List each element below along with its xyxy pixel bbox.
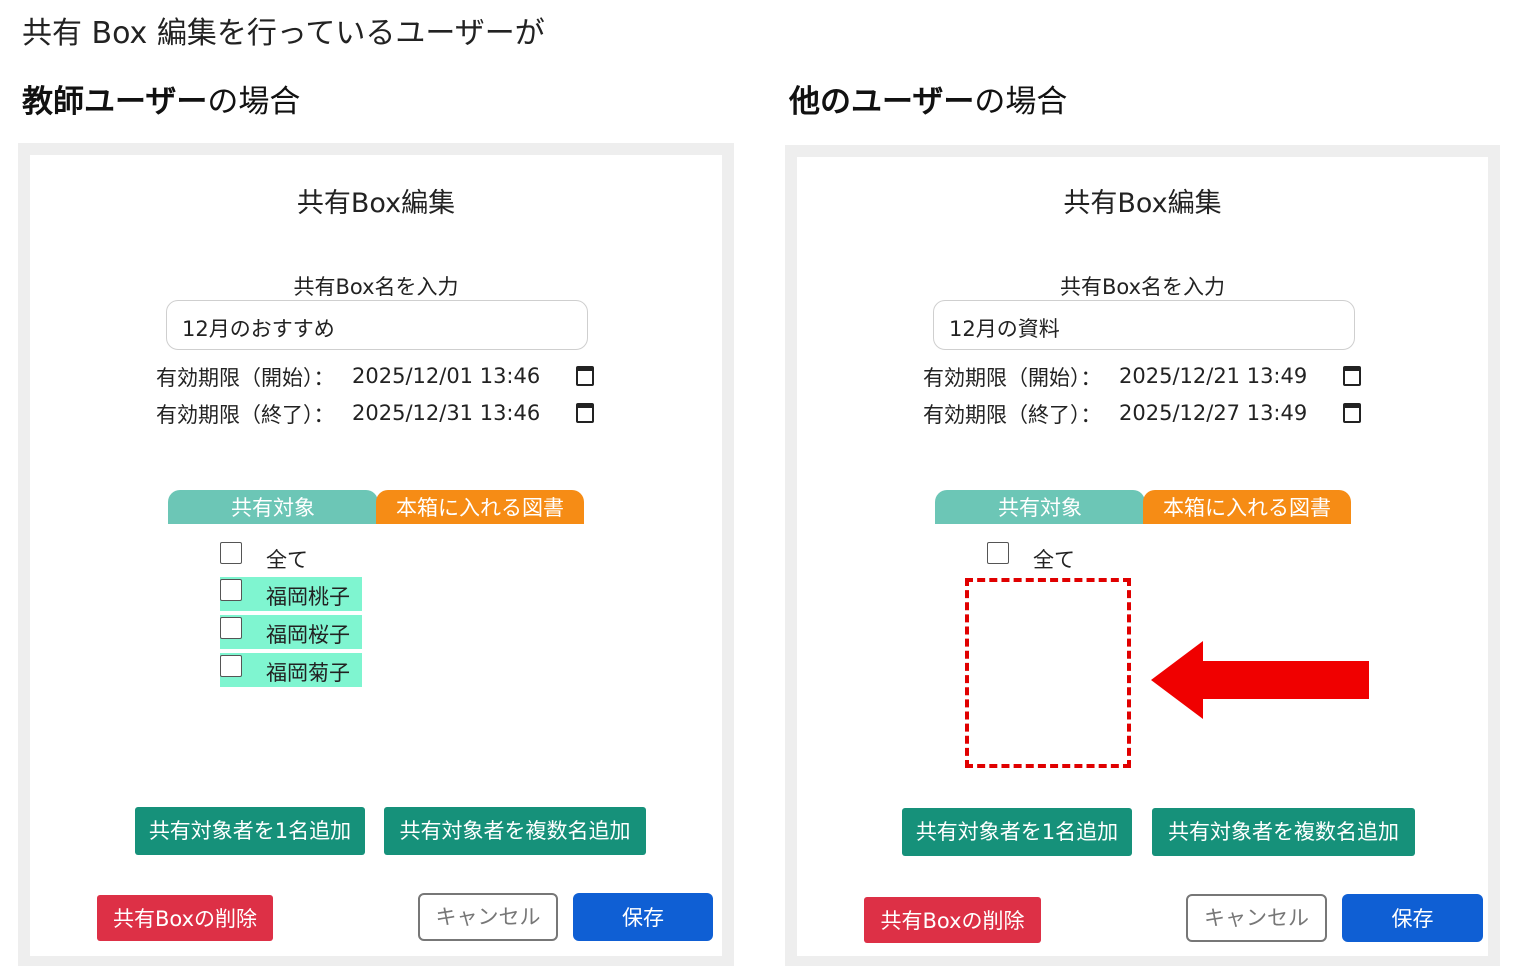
dialog-title: 共有Box編集 — [296, 188, 456, 219]
check-all-label: 全て — [266, 548, 308, 572]
right-caption: 他のユーザーの場合 — [789, 76, 1067, 121]
delete-box-button[interactable]: 共有Boxの削除 — [97, 895, 273, 941]
check-all-checkbox[interactable] — [987, 542, 1009, 564]
right-caption-rest: の場合 — [974, 84, 1068, 120]
member-name: 福岡菊子 — [266, 661, 350, 685]
end-date-row: 有効期限（終了）： 2025/12/31 13:46 — [156, 399, 596, 431]
start-date-input[interactable]: 2025/12/21 13:49 — [1119, 364, 1307, 388]
member-name: 福岡桃子 — [266, 585, 350, 609]
member-checkbox[interactable] — [220, 579, 242, 601]
end-date-label: 有効期限（終了）： — [156, 403, 335, 427]
calendar-icon[interactable] — [1343, 403, 1361, 423]
start-date-row: 有効期限（開始）： 2025/12/21 13:49 — [923, 362, 1363, 394]
cancel-button[interactable]: キャンセル — [1186, 894, 1327, 942]
end-date-row: 有効期限（終了）： 2025/12/27 13:49 — [923, 399, 1363, 431]
page-heading: 共有 Box 編集を行っているユーザーが — [22, 16, 545, 51]
dialog-title: 共有Box編集 — [1063, 188, 1222, 219]
teacher-panel: 共有Box編集 共有Box名を入力 12月のおすすめ 有効期限（開始）： 202… — [18, 143, 734, 966]
check-all-label: 全て — [1033, 548, 1075, 572]
start-date-row: 有効期限（開始）： 2025/12/01 13:46 — [156, 362, 596, 394]
left-caption-bold: 教師ユーザー — [22, 84, 208, 120]
other-user-panel: 共有Box編集 共有Box名を入力 12月の資料 有効期限（開始）： 2025/… — [785, 145, 1500, 966]
add-multiple-targets-button[interactable]: 共有対象者を複数名追加 — [384, 807, 646, 855]
save-button[interactable]: 保存 — [573, 893, 713, 941]
check-all-checkbox[interactable] — [220, 542, 242, 564]
calendar-icon[interactable] — [576, 366, 594, 386]
delete-box-button[interactable]: 共有Boxの削除 — [864, 897, 1041, 943]
member-row[interactable]: 福岡菊子 — [220, 653, 362, 687]
left-caption: 教師ユーザーの場合 — [22, 76, 300, 121]
empty-member-list-highlight — [965, 578, 1131, 768]
member-checkbox[interactable] — [220, 655, 242, 677]
tab-books[interactable]: 本箱に入れる図書 — [376, 490, 584, 524]
edit-dialog: 共有Box編集 共有Box名を入力 12月の資料 有効期限（開始）： 2025/… — [797, 157, 1488, 956]
box-name-label: 共有Box名を入力 — [1059, 275, 1226, 299]
box-name-label: 共有Box名を入力 — [293, 275, 459, 299]
member-row[interactable]: 福岡桃子 — [220, 577, 362, 611]
box-name-input[interactable]: 12月の資料 — [933, 300, 1355, 350]
add-one-target-button[interactable]: 共有対象者を1名追加 — [135, 807, 365, 855]
end-date-input[interactable]: 2025/12/27 13:49 — [1119, 401, 1307, 425]
member-name: 福岡桜子 — [266, 623, 350, 647]
member-row[interactable]: 福岡桜子 — [220, 615, 362, 649]
end-date-input[interactable]: 2025/12/31 13:46 — [352, 401, 540, 425]
tab-bar: 共有対象 本箱に入れる図書 — [935, 490, 1351, 524]
calendar-icon[interactable] — [576, 403, 594, 423]
edit-dialog: 共有Box編集 共有Box名を入力 12月のおすすめ 有効期限（開始）： 202… — [30, 155, 722, 956]
right-caption-bold: 他のユーザー — [789, 84, 975, 120]
cancel-button[interactable]: キャンセル — [418, 893, 558, 941]
start-date-label: 有効期限（開始）： — [156, 366, 335, 390]
tab-books[interactable]: 本箱に入れる図書 — [1143, 490, 1351, 524]
calendar-icon[interactable] — [1343, 366, 1361, 386]
box-name-input[interactable]: 12月のおすすめ — [166, 300, 588, 350]
start-date-label: 有効期限（開始）： — [923, 366, 1102, 390]
save-button[interactable]: 保存 — [1342, 894, 1483, 942]
member-checkbox[interactable] — [220, 617, 242, 639]
add-one-target-button[interactable]: 共有対象者を1名追加 — [902, 808, 1132, 856]
add-multiple-targets-button[interactable]: 共有対象者を複数名追加 — [1152, 808, 1415, 856]
tab-share-target[interactable]: 共有対象 — [935, 490, 1145, 524]
tab-share-target[interactable]: 共有対象 — [168, 490, 378, 524]
left-caption-rest: の場合 — [207, 84, 301, 120]
end-date-label: 有効期限（終了）： — [923, 403, 1102, 427]
arrow-left-icon — [1151, 641, 1369, 719]
start-date-input[interactable]: 2025/12/01 13:46 — [352, 364, 540, 388]
tab-bar: 共有対象 本箱に入れる図書 — [168, 490, 584, 524]
